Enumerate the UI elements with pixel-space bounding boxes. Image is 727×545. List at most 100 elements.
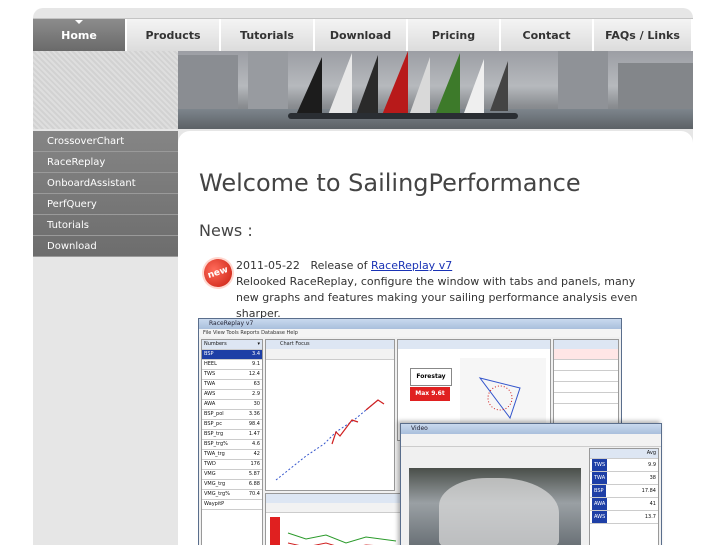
table-row: BSP_trg% 4.6 (202, 440, 262, 450)
news-release-prefix: Release of (310, 259, 368, 272)
table-cell-value: 4.6 (252, 441, 260, 447)
video-stats: Avg TWS 9.9 TWA 38 BSP 17.84 AWA 41 AWS 13.7 (589, 448, 659, 545)
table-cell-label: TWA_trg (204, 451, 225, 457)
nav-faqs-links[interactable]: FAQs / Links (594, 19, 693, 51)
table-row: BSP_pol 3.36 (202, 410, 262, 420)
table-cell-value: 2.9 (252, 391, 260, 397)
sidebar-item-perfquery[interactable]: PerfQuery (33, 194, 178, 215)
banner-pattern (33, 51, 178, 129)
video-stats-header: Avg (590, 449, 658, 459)
table-cell-label: AWA (204, 401, 216, 407)
racereplay-screenshot[interactable]: RaceReplay v7 File View Tools Reports Da… (198, 318, 662, 545)
video-frame (409, 468, 581, 545)
video-titlebar: Video (401, 424, 661, 434)
table-cell-value: 30 (253, 401, 260, 407)
right-list-row (554, 360, 618, 371)
table-row: VMG_trg 6.88 (202, 480, 262, 490)
table-cell-value: 9.1 (252, 361, 260, 367)
forestay-label: Forestay (410, 368, 452, 386)
table-cell-value: 6.88 (248, 481, 260, 487)
page-title: Welcome to SailingPerformance (199, 169, 581, 197)
nav-tutorials[interactable]: Tutorials (221, 19, 315, 51)
table-cell-value: 42 (253, 451, 260, 457)
table-cell-label: AWS (204, 391, 216, 397)
table-cell-label: BSP_pol (204, 411, 224, 417)
video-stat-value: 13.7 (644, 514, 656, 520)
chart-tab[interactable]: Chart Focus (266, 340, 394, 349)
page-frame: Home Products Tutorials Download Pricing… (33, 8, 693, 545)
sidebar-item-download[interactable]: Download (33, 236, 178, 257)
video-stat-row: TWS 9.9 (590, 459, 658, 472)
nav-products[interactable]: Products (127, 19, 221, 51)
table-cell-label: VMG_trg (204, 481, 226, 487)
table-row: WaypitP (202, 500, 262, 510)
table-row: HEEL 9.1 (202, 360, 262, 370)
header-banner-image (178, 51, 693, 129)
new-badge-icon: new (197, 252, 239, 294)
news-body: Relooked RaceReplay, configure the windo… (236, 275, 638, 320)
nav-pricing[interactable]: Pricing (408, 19, 501, 51)
table-row: VMG_trg% 70.4 (202, 490, 262, 500)
video-window: Video Avg TWS 9.9 TWA 38 BSP 17.84 AWA 41 AWS 13.… (400, 423, 662, 545)
table-row: TWA 63 (202, 380, 262, 390)
video-stat-row: TWA 38 (590, 472, 658, 485)
right-list-header (554, 340, 618, 349)
table-cell-value: 63 (253, 381, 260, 387)
racereplay-v7-link[interactable]: RaceReplay v7 (371, 259, 452, 272)
table-cell-value: 1.47 (248, 431, 260, 437)
table-cell-label: HEEL (204, 361, 217, 367)
table-cell-label: BSP_trg (204, 431, 224, 437)
forestay-toolbar (398, 340, 550, 349)
table-row: TWA_trg 42 (202, 450, 262, 460)
sidebar-item-onboardassistant[interactable]: OnboardAssistant (33, 173, 178, 194)
video-stat-label: BSP (592, 485, 606, 497)
lower-chart (270, 517, 397, 545)
nav-contact[interactable]: Contact (501, 19, 594, 51)
data-table: Numbers ▾ BSP 3.4 HEEL 9.1 TWS 12.4 TWA 63 AWS 2.9… (201, 339, 263, 545)
table-row: TWS 12.4 (202, 370, 262, 380)
table-cell-value: 98.4 (248, 421, 260, 427)
table-cell-label: BSP (204, 351, 214, 357)
nav-download[interactable]: Download (315, 19, 408, 51)
table-row: BSP_trg 1.47 (202, 430, 262, 440)
table-row: BSP_pc 98.4 (202, 420, 262, 430)
table-cell-value: 12.4 (248, 371, 260, 377)
table-cell-value: 3.36 (248, 411, 260, 417)
table-row: VMG 5.87 (202, 470, 262, 480)
table-cell-label: BSP_pc (204, 421, 222, 427)
news-headline: 2011-05-22 Release of RaceReplay v7 (236, 259, 452, 272)
video-stat-label: TWS (592, 459, 608, 471)
sidebar-item-racereplay[interactable]: RaceReplay (33, 152, 178, 173)
table-cell-value (260, 500, 262, 509)
table-cell-value: 176 (250, 461, 260, 467)
lower-chart-panel (265, 493, 407, 545)
table-cell-label: TWD (204, 461, 216, 467)
table-row: AWS 2.9 (202, 390, 262, 400)
main-content: Welcome to SailingPerformance News : new… (178, 131, 693, 545)
news-heading: News : (199, 221, 253, 240)
table-row: AWA 30 (202, 400, 262, 410)
table-cell-label: BSP_trg% (204, 441, 228, 447)
video-stat-label: AWS (592, 511, 608, 523)
video-toolbar (401, 434, 661, 447)
video-stat-value: 17.84 (641, 488, 656, 494)
right-list-row (554, 371, 618, 382)
table-row: BSP 3.4 (202, 350, 262, 360)
table-cell-value: 3.4 (252, 351, 260, 357)
video-stat-row: AWS 13.7 (590, 511, 658, 524)
forestay-max-value: Max 9.6t (410, 387, 450, 401)
app-menubar: File View Tools Reports Database Help (199, 329, 621, 337)
table-cell-label: VMG_trg% (204, 491, 230, 497)
data-table-header: Numbers ▾ (202, 340, 262, 350)
table-cell-label: TWS (204, 371, 216, 377)
lower-chart-toolbar (266, 494, 406, 503)
sidebar-item-tutorials[interactable]: Tutorials (33, 215, 178, 236)
video-stat-row: AWA 41 (590, 498, 658, 511)
chart-toolbar (266, 349, 394, 360)
right-list-row (554, 393, 618, 404)
video-stat-value: 41 (649, 501, 656, 507)
news-date: 2011-05-22 (236, 259, 300, 272)
nav-home[interactable]: Home (33, 19, 127, 51)
table-cell-label: TWA (204, 381, 216, 387)
sidebar-item-crossoverchart[interactable]: CrossoverChart (33, 131, 178, 152)
